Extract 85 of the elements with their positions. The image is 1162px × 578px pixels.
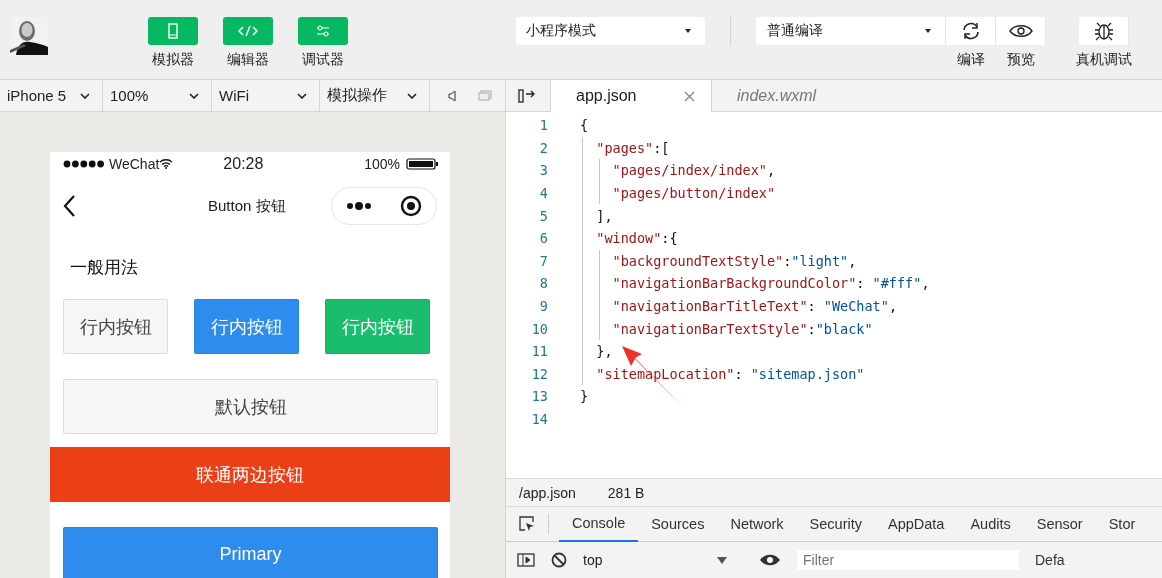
- refresh-icon: [960, 21, 981, 41]
- file-tab[interactable]: app.json: [550, 80, 712, 112]
- code-line: "navigationBarTextStyle":"black": [611, 320, 873, 337]
- chevron-icon: [407, 92, 417, 99]
- speaker-icon[interactable]: [448, 89, 456, 102]
- code-line: "navigationBarBackgroundColor": "#fff",: [611, 275, 930, 292]
- battery-icon: [406, 158, 438, 170]
- preview-button[interactable]: [996, 17, 1046, 45]
- battery-level: 100%: [364, 156, 400, 172]
- chevron-icon: [80, 92, 90, 99]
- devtools-tab[interactable]: AppData: [875, 506, 958, 542]
- devtools-tab[interactable]: Sources: [638, 506, 718, 542]
- code-line: "navigationBarTitleText": "WeChat",: [611, 298, 897, 315]
- code-line: "pages/index/index",: [611, 162, 776, 179]
- code-line: "sitemapLocation": "sitemap.json": [595, 365, 865, 382]
- remote-debug-button[interactable]: [1079, 17, 1129, 45]
- toolbar-label: 调试器: [302, 51, 344, 68]
- code-line: "pages":[: [595, 139, 670, 156]
- line-number: 5: [538, 207, 548, 224]
- file-size: 281 B: [607, 484, 645, 501]
- line-number: 6: [538, 230, 548, 247]
- file-tab[interactable]: index.wxml: [712, 80, 874, 111]
- clear-icon[interactable]: [551, 552, 567, 568]
- chevron-icon: [189, 92, 199, 99]
- toolbar-label: 编辑器: [227, 51, 269, 68]
- code-line: }: [580, 388, 589, 405]
- action-label: 真机调试: [1076, 51, 1132, 68]
- filter-field[interactable]: Filter: [797, 550, 1019, 570]
- sliders-icon: [316, 25, 330, 37]
- code-line: },: [595, 343, 613, 360]
- code-line: "pages/button/index": [611, 185, 776, 202]
- level-select[interactable]: Defa: [1035, 552, 1065, 568]
- context-select[interactable]: top: [583, 552, 743, 568]
- line-number: 11: [530, 343, 548, 360]
- block-button[interactable]: 默认按钮: [63, 379, 438, 434]
- page-title: Button 按钮: [208, 196, 286, 216]
- line-number: 12: [530, 365, 548, 382]
- back-icon[interactable]: [63, 195, 75, 217]
- carrier-name: WeChat: [109, 156, 160, 172]
- section-heading: 一般用法: [69, 257, 139, 279]
- status-time: 20:28: [223, 155, 264, 173]
- line-number: 14: [530, 411, 548, 427]
- sidebar-icon[interactable]: [517, 553, 535, 567]
- bug-icon: [1093, 21, 1114, 41]
- inline-button[interactable]: 行内按钮: [63, 299, 168, 354]
- compile-select[interactable]: 普通编译: [756, 17, 946, 45]
- line-number: 9: [538, 298, 548, 315]
- devtools-tab[interactable]: Audits: [957, 506, 1024, 542]
- devtools-tab[interactable]: Security: [796, 506, 875, 542]
- line-number: 4: [538, 185, 548, 202]
- phone-icon: [168, 23, 178, 39]
- panel-toggle-icon[interactable]: [518, 89, 536, 103]
- inspect-icon[interactable]: [518, 515, 536, 533]
- file-path: /app.json: [519, 484, 576, 501]
- toolbar-label: 模拟器: [152, 51, 194, 68]
- line-number: 7: [538, 252, 548, 269]
- code-icon: [238, 25, 258, 37]
- chevron-icon: [297, 92, 307, 99]
- line-number: 8: [538, 275, 548, 292]
- line-number: 10: [530, 320, 548, 337]
- devtools-tab[interactable]: Stor: [1095, 506, 1149, 542]
- devtools-tab[interactable]: Network: [717, 506, 797, 542]
- code-line: "backgroundTextStyle":"light",: [611, 252, 857, 269]
- full-width-button[interactable]: 联通两边按钮: [50, 447, 450, 502]
- line-number: 13: [530, 388, 548, 405]
- signal-icon: [63, 160, 105, 168]
- line-number: 2: [538, 139, 548, 156]
- device-select[interactable]: WiFi: [212, 80, 320, 111]
- line-number: 1: [538, 117, 548, 134]
- device-select[interactable]: iPhone 5: [0, 80, 103, 111]
- eye-icon: [1008, 24, 1033, 38]
- devtools-tab[interactable]: Sensor: [1023, 506, 1096, 542]
- action-label: 编译: [957, 51, 985, 68]
- device-select[interactable]: 100%: [103, 80, 212, 111]
- wifi-icon: [159, 159, 174, 169]
- line-number: 3: [538, 162, 548, 179]
- action-label: 预览: [1007, 51, 1035, 68]
- eye-icon[interactable]: [759, 553, 781, 567]
- mode-select[interactable]: 小程序模式: [516, 17, 705, 45]
- code-line: {: [580, 117, 589, 134]
- code-line: "window":{: [595, 230, 678, 247]
- device-select[interactable]: 模拟操作: [320, 80, 430, 111]
- code-line: ],: [595, 207, 613, 224]
- more-icon[interactable]: [346, 201, 372, 211]
- refresh-button[interactable]: [946, 17, 996, 45]
